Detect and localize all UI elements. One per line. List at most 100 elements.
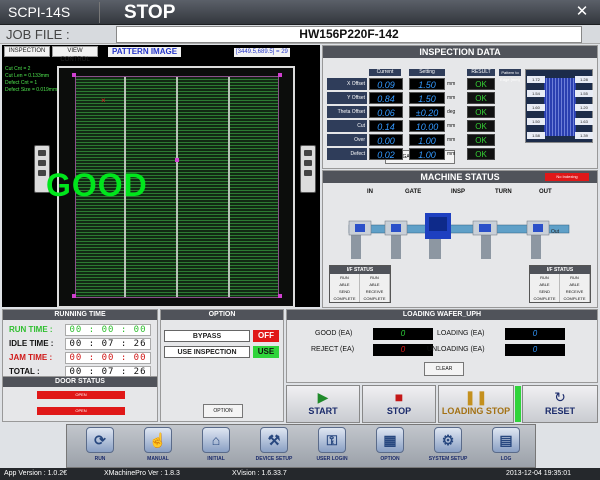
run-time-value: 00 : 00 : 00 bbox=[65, 324, 151, 336]
if-complete: COMPLETE bbox=[530, 295, 560, 302]
nav-log[interactable]: ▤ LOG bbox=[479, 427, 533, 467]
loading-stop-button[interactable]: ❚❚ LOADING STOP bbox=[438, 385, 514, 423]
stop-icon: ■ bbox=[394, 389, 404, 405]
app-name: SCPI-14S bbox=[4, 2, 100, 23]
title-bar: SCPI-14S STOP ✕ bbox=[0, 0, 600, 25]
unit-label: mm bbox=[447, 95, 456, 101]
row-label: Over bbox=[327, 134, 367, 146]
row-label: Y Offset bbox=[327, 92, 367, 104]
idle-time-value: 00 : 07 : 26 bbox=[65, 338, 151, 350]
log-icon: ▤ bbox=[492, 427, 520, 453]
if-complete: COMPLETE bbox=[330, 295, 360, 302]
loading-uph-panel: LOADING WAFER_UPH GOOD (EA) 0 REJECT (EA… bbox=[286, 309, 598, 383]
if-able: ABLE bbox=[360, 281, 390, 288]
nav-user-login[interactable]: ⚿ USER LOGIN bbox=[305, 427, 359, 467]
grid-icon: ▦ bbox=[376, 427, 404, 453]
setting-value[interactable]: 1.00 bbox=[409, 134, 445, 146]
cut-marker-icon: × bbox=[101, 96, 106, 105]
unit-label: mm bbox=[447, 123, 456, 129]
stop-button[interactable]: ■ STOP bbox=[362, 385, 436, 423]
option-panel: OPTION BYPASS OFF USE INSPECTION USE OPT… bbox=[160, 309, 284, 422]
clear-button[interactable]: CLEAR bbox=[424, 362, 464, 376]
if-complete: COMPLETE bbox=[360, 295, 390, 302]
unloading-label: UNLOADING (EA) bbox=[427, 346, 485, 353]
setting-value[interactable]: 1.50 bbox=[409, 78, 445, 90]
result-ok-badge: OK bbox=[467, 78, 495, 90]
bypass-toggle[interactable]: OFF bbox=[253, 330, 279, 342]
reset-button[interactable]: ↻ RESET bbox=[522, 385, 598, 423]
defect-marker bbox=[175, 158, 179, 162]
col-current: Current bbox=[369, 69, 401, 76]
wafer-clip-right bbox=[300, 145, 316, 193]
app-version: App Version : 1.0.2€ bbox=[4, 470, 68, 477]
nav-log-label: LOG bbox=[500, 456, 512, 462]
nav-device-setup[interactable]: ⚒ DEVICE SETUP bbox=[247, 427, 301, 467]
col-result: RESULT bbox=[467, 69, 495, 76]
if-status-title: I/F STATUS bbox=[330, 266, 390, 274]
if-run: RUN bbox=[530, 274, 560, 281]
pattern-image-title: PATTERN IMAGE bbox=[108, 47, 182, 57]
row-label: Theta Offset bbox=[327, 106, 367, 118]
pattern-coordinates: [3449.5,689.5] = 29 bbox=[234, 48, 290, 57]
result-ok-badge: OK bbox=[467, 148, 495, 160]
if-able: ABLE bbox=[530, 281, 560, 288]
refresh-icon: ⟳ bbox=[86, 427, 114, 453]
if-run: RUN bbox=[330, 274, 360, 281]
stop-label: STOP bbox=[386, 406, 412, 416]
out-label: Out bbox=[551, 229, 560, 235]
loading-label: LOADING (EA) bbox=[437, 330, 485, 337]
tab-view-control[interactable]: VIEW CONTROL bbox=[52, 46, 98, 63]
setting-value[interactable]: 1.00 bbox=[409, 148, 445, 160]
idle-time-label: IDLE TIME : bbox=[9, 339, 54, 348]
if-status-title: I/F STATUS bbox=[530, 266, 590, 274]
nav-system-setup-label: SYSTEM SETUP bbox=[428, 456, 468, 462]
stat-cut-length: Cut Len = 0.133mm bbox=[5, 73, 50, 79]
if-status-left: I/F STATUS RUN RUN ABLE ABLE SEND RECEIVE C… bbox=[329, 265, 391, 303]
unit-label: mm bbox=[447, 137, 456, 143]
inspection-data-panel: INSPECTION DATA Current Setting RESULT P… bbox=[322, 45, 598, 169]
home-icon: ⌂ bbox=[202, 427, 230, 453]
nav-option[interactable]: ▦ OPTION bbox=[363, 427, 417, 467]
close-icon[interactable]: ✕ bbox=[572, 3, 592, 21]
key-icon: ⚿ bbox=[318, 427, 346, 453]
row-label: Cut bbox=[327, 120, 367, 132]
job-file-label: JOB FILE : bbox=[6, 27, 70, 42]
job-file-field[interactable]: HW156P220F-142 bbox=[116, 26, 582, 43]
insp-station bbox=[425, 213, 451, 259]
start-button[interactable]: ▶ START bbox=[286, 385, 360, 423]
corner-marker bbox=[278, 294, 282, 298]
tab-inspection[interactable]: INSPECTION bbox=[4, 46, 50, 57]
result-ok-badge: OK bbox=[467, 120, 495, 132]
use-inspection-option: USE INSPECTION bbox=[164, 346, 250, 358]
nav-run[interactable]: ⟳ RUN bbox=[73, 427, 127, 467]
reset-label: RESET bbox=[544, 406, 575, 416]
xmachine-version: XMachinePro Ver : 1.8.3 bbox=[104, 470, 180, 477]
result-good-label: GOOD bbox=[46, 167, 148, 203]
use-inspection-toggle[interactable]: USE bbox=[253, 346, 279, 358]
nav-initial[interactable]: ⌂ INITIAL bbox=[189, 427, 243, 467]
result-ok-badge: OK bbox=[467, 134, 495, 146]
edge-distance-value: 1.20 bbox=[575, 104, 593, 111]
gear-icon: ⚙ bbox=[434, 427, 462, 453]
setting-value[interactable]: 1.50 bbox=[409, 92, 445, 104]
refresh-icon: ↻ bbox=[554, 389, 566, 405]
edge-distance-value: 1.63 bbox=[575, 118, 593, 125]
reject-count: 0 bbox=[373, 344, 433, 356]
xvision-version: XVision : 1.6.33.7 bbox=[232, 470, 287, 477]
good-count: 0 bbox=[373, 328, 433, 340]
edge-distance-value: 1.55 bbox=[575, 90, 593, 97]
nav-system-setup[interactable]: ⚙ SYSTEM SETUP bbox=[421, 427, 475, 467]
option-button[interactable]: OPTION bbox=[203, 404, 243, 418]
inspection-stats: Cut Cnt = 2 Cut Len = 0.133mm Defect Cnt… bbox=[5, 66, 57, 94]
nav-manual[interactable]: ☝ MANUAL bbox=[131, 427, 185, 467]
result-ok-badge: OK bbox=[467, 92, 495, 104]
bypass-option: BYPASS bbox=[164, 330, 250, 342]
edge-distance-value: 1.54 bbox=[527, 90, 545, 97]
if-able: ABLE bbox=[330, 281, 360, 288]
jam-time-value: 00 : 00 : 00 bbox=[65, 352, 151, 364]
good-label: GOOD (EA) bbox=[315, 330, 353, 337]
setting-value[interactable]: 10.00 bbox=[409, 120, 445, 132]
unit-label: mm bbox=[447, 81, 456, 87]
turn-station bbox=[472, 220, 498, 259]
setting-value[interactable]: ±0.20 bbox=[409, 106, 445, 118]
